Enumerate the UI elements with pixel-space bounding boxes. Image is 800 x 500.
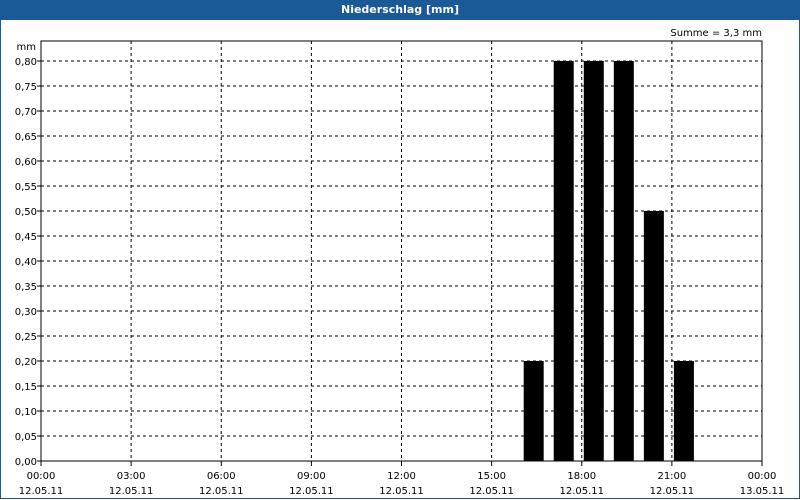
x-tick-time: 00:00 [27,471,56,482]
sum-annotation: Summe = 3,3 mm [670,28,762,39]
y-tick-label: 0,10 [15,407,37,418]
precip-bar [553,61,574,461]
precip-bar [613,61,634,461]
chart-title: Niederschlag [mm] [0,0,800,20]
x-tick-time: 15:00 [477,471,506,482]
x-tick-date: 13.05.11 [740,486,785,497]
y-tick-label: 0,30 [15,307,37,318]
precip-bar [643,211,664,461]
y-tick-label: 0,00 [15,457,37,468]
x-tick-date: 12.05.11 [199,486,244,497]
y-tick-label: 0,70 [15,107,37,118]
tick-labels: 0,00 0,05 0,10 0,15 0,20 0,25 0,30 0,35 0,40 0,45… [15,57,785,497]
precip-bar [523,361,544,461]
y-tick-label: 0,40 [15,257,37,268]
x-tick-date: 12.05.11 [650,486,695,497]
precip-bar [583,61,604,461]
x-tick-time: 21:00 [657,471,686,482]
x-tick-date: 12.05.11 [379,486,424,497]
x-tick-date: 12.05.11 [289,486,334,497]
y-tick-label: 0,75 [15,82,37,93]
x-tick-time: 03:00 [117,471,146,482]
x-tick-time: 06:00 [207,471,236,482]
y-tick-label: 0,65 [15,132,37,143]
x-tick-date: 12.05.11 [469,486,514,497]
y-tick-label: 0,50 [15,207,37,218]
y-tick-label: 0,20 [15,357,37,368]
y-tick-label: 0,15 [15,382,37,393]
y-tick-label: 0,45 [15,232,37,243]
x-tick-date: 12.05.11 [19,486,64,497]
y-tick-label: 0,55 [15,182,37,193]
y-axis-label: mm [17,42,36,53]
x-tick-time: 09:00 [297,471,326,482]
x-tick-date: 12.05.11 [109,486,154,497]
x-tick-time: 12:00 [387,471,416,482]
x-tick-time: 00:00 [748,471,777,482]
precipitation-chart: 0,00 0,05 0,10 0,15 0,20 0,25 0,30 0,35 0,40 0,45… [15,28,785,497]
y-tick-label: 0,60 [15,157,37,168]
precip-bar [673,361,694,461]
y-tick-label: 0,80 [15,57,37,68]
y-tick-label: 0,25 [15,332,37,343]
bars [523,61,694,461]
y-tick-label: 0,35 [15,282,37,293]
x-tick-time: 18:00 [567,471,596,482]
x-tick-date: 12.05.11 [559,486,604,497]
y-tick-label: 0,05 [15,432,37,443]
